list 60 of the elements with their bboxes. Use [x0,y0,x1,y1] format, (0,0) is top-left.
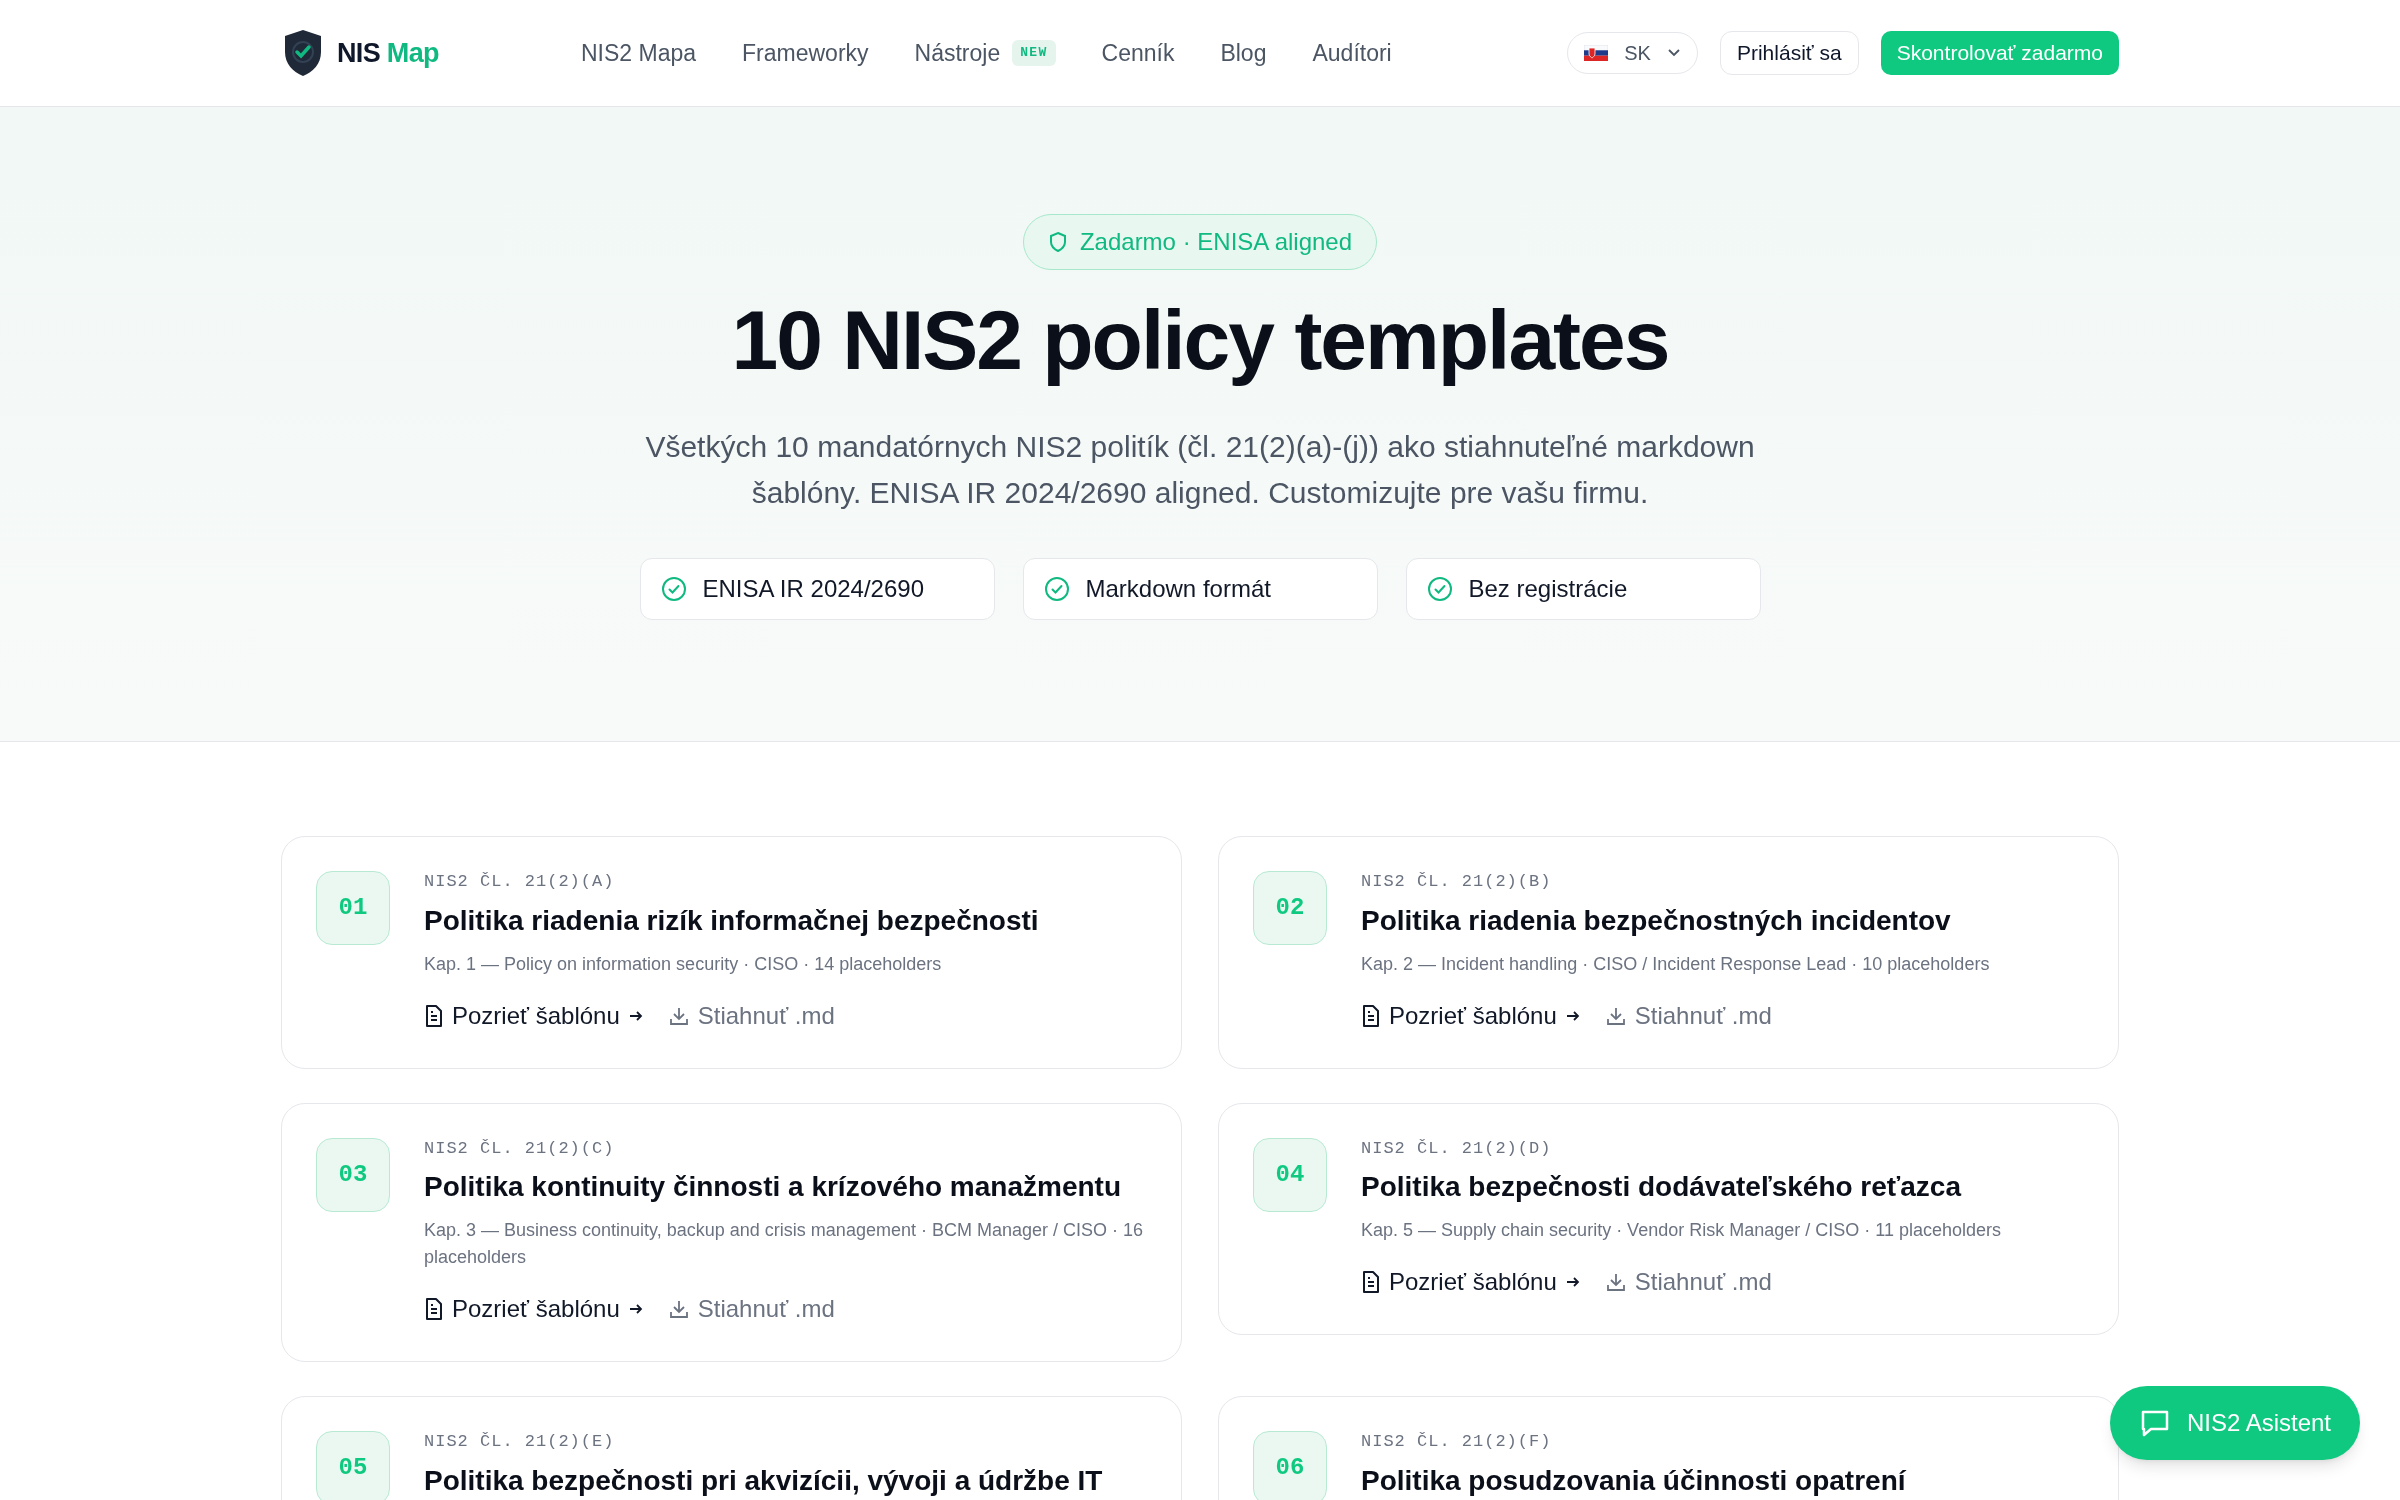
document-icon [1361,1003,1381,1028]
view-template-link[interactable]: Pozrieť šablónu [1361,1264,1581,1300]
article-reference: NIS2 ČL. 21(2)(D) [1361,1137,1553,1160]
template-number: 01 [316,871,390,945]
download-link[interactable]: Stiahnuť .md [667,997,835,1034]
article-reference: NIS2 ČL. 21(2)(F) [1361,1431,1553,1453]
check-circle-icon [660,576,687,602]
template-title: Politika bezpečnosti dodávateľského reťazca [1361,1170,1963,1204]
document-icon [424,1297,444,1321]
article-reference: NIS2 ČL. 21(2)(A) [424,871,616,893]
view-template-link[interactable]: Pozrieť šablónu [424,997,644,1034]
download-icon [1604,1271,1627,1293]
template-number: 05 [316,1431,390,1500]
logo-text[interactable]: NIS Map [337,32,439,74]
download-link[interactable]: Stiahnuť .md [1604,1264,1772,1300]
template-meta: Kap. 3 — Business continuity, backup and crisis management · BCM Manager / CISO · 16 placeholders [424,1219,1144,1269]
template-number: 03 [316,1137,390,1212]
arrow-right-icon [627,1302,644,1316]
view-template-link[interactable]: Pozrieť šablónu [424,1291,644,1327]
chevron-down-icon [1666,48,1681,58]
flag-icon [1584,45,1609,61]
new-badge: NEW [1012,40,1056,66]
feature-chip: Bez registrácie [1405,558,1761,620]
download-link[interactable]: Stiahnuť .md [667,1291,835,1327]
document-icon [424,1003,444,1028]
article-reference: NIS2 ČL. 21(2)(B) [1361,871,1553,893]
nav-link[interactable]: NIS2 Mapa [581,35,697,71]
nav-link[interactable]: Blog [1220,35,1267,71]
arrow-right-icon [627,1008,644,1023]
download-icon [667,1298,690,1320]
check-circle-icon [1043,576,1070,602]
arrow-right-icon [1564,1275,1581,1289]
template-number: 06 [1253,1431,1327,1500]
document-icon [1361,1270,1381,1294]
article-reference: NIS2 ČL. 21(2)(E) [424,1431,616,1453]
hero-badge: Zadarmo · ENISA aligned [1022,214,1378,270]
download-link[interactable]: Stiahnuť .md [1604,997,1772,1034]
template-meta: Kap. 1 — Policy on information security · CISO · 14 placeholders [424,952,943,976]
template-title: Politika bezpečnosti pri akvizícii, vývoji a údržbe IT [424,1463,1103,1498]
login-button[interactable]: Prihlásiť sa [1719,31,1859,75]
nav-link[interactable]: Audítori [1312,35,1392,71]
arrow-right-icon [1564,1008,1581,1023]
template-number: 02 [1253,871,1327,945]
nav-link[interactable]: Frameworky [742,35,869,71]
shield-icon [1047,231,1068,253]
template-meta: Kap. 2 — Incident handling · CISO / Incident Response Lead · 10 placeholders [1361,952,1990,976]
nav-link[interactable]: Cenník [1101,35,1175,71]
page-subtitle: Všetkých 10 mandatórnych NIS2 politík (čl. 21(2)(a)-(j)) ako stiahnuteľné markdown šablóny. ENISA IR 2024/2690 aligned. Customizujte pre vašu firmu. [644,429,1756,511]
feature-chip: ENISA IR 2024/2690 [639,558,995,620]
check-circle-icon [1426,576,1453,602]
feature-chip: Markdown formát [1022,558,1378,620]
template-title: Politika kontinuity činnosti a krízového manažmentu [424,1170,1122,1204]
template-number: 04 [1253,1137,1327,1212]
template-title: Politika posudzovania účinnosti opatrení [1361,1463,1906,1498]
template-title: Politika riadenia bezpečnostných incidentov [1361,903,1952,938]
template-meta: Kap. 5 — Supply chain security · Vendor Risk Manager / CISO · 11 placeholders [1361,1219,2001,1242]
article-reference: NIS2 ČL. 21(2)(C) [424,1137,616,1160]
view-template-link[interactable]: Pozrieť šablónu [1361,997,1581,1034]
nav-link[interactable]: Nástroje [914,35,1001,71]
template-title: Politika riadenia rizík informačnej bezpečnosti [424,903,1039,938]
